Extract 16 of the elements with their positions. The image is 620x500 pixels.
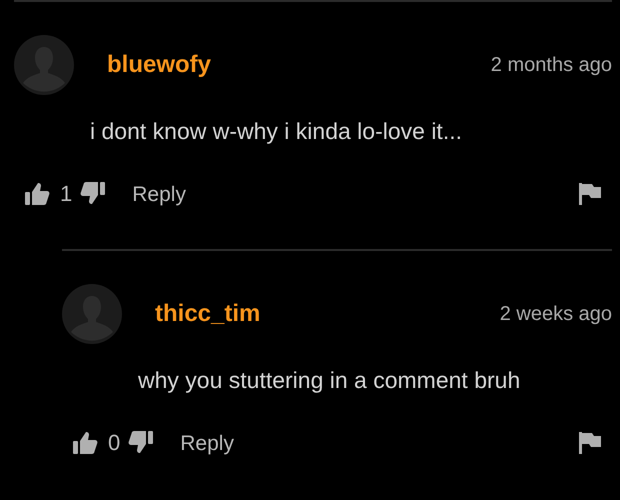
- username-link[interactable]: bluewofy: [107, 53, 212, 77]
- like-count: 0: [108, 432, 120, 454]
- comment-text: why you stuttering in a comment bruh: [138, 366, 522, 394]
- comment-text: i dont know w-why i kinda lo-love it...: [90, 117, 463, 145]
- flag-icon[interactable]: [578, 182, 602, 206]
- reply-button[interactable]: Reply: [132, 184, 186, 204]
- thumbs-up-icon[interactable]: [72, 430, 98, 456]
- reply-button[interactable]: Reply: [180, 432, 234, 454]
- thumbs-down-icon[interactable]: [80, 181, 106, 207]
- timestamp: 2 months ago: [490, 55, 612, 75]
- like-count: 1: [60, 183, 72, 205]
- username-link[interactable]: thicc_tim: [155, 302, 260, 326]
- timestamp: 2 weeks ago: [500, 304, 612, 324]
- thumbs-down-icon[interactable]: [128, 430, 154, 456]
- flag-icon[interactable]: [578, 431, 602, 455]
- thumbs-up-icon[interactable]: [24, 181, 50, 207]
